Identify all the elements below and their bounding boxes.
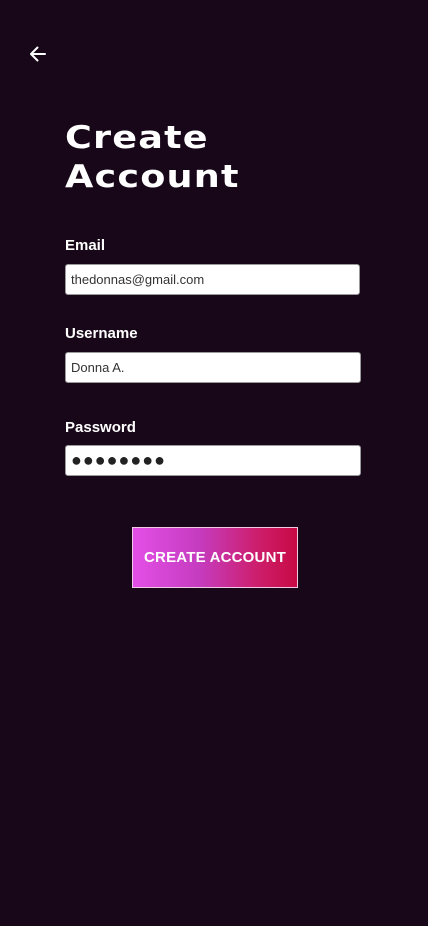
arrow-left-icon [28, 44, 48, 69]
page-title-line1: Create [65, 120, 209, 156]
email-field[interactable] [65, 264, 360, 295]
email-label: Email [65, 237, 106, 254]
username-field[interactable] [65, 352, 361, 383]
password-label: Password [65, 419, 136, 436]
page-title: Create Account [65, 119, 240, 197]
username-label: Username [65, 325, 138, 342]
password-field[interactable] [65, 445, 361, 476]
back-button[interactable] [24, 42, 52, 70]
create-account-button[interactable]: CREATE ACCOUNT [132, 527, 298, 588]
page-title-line2: Account [65, 159, 240, 195]
